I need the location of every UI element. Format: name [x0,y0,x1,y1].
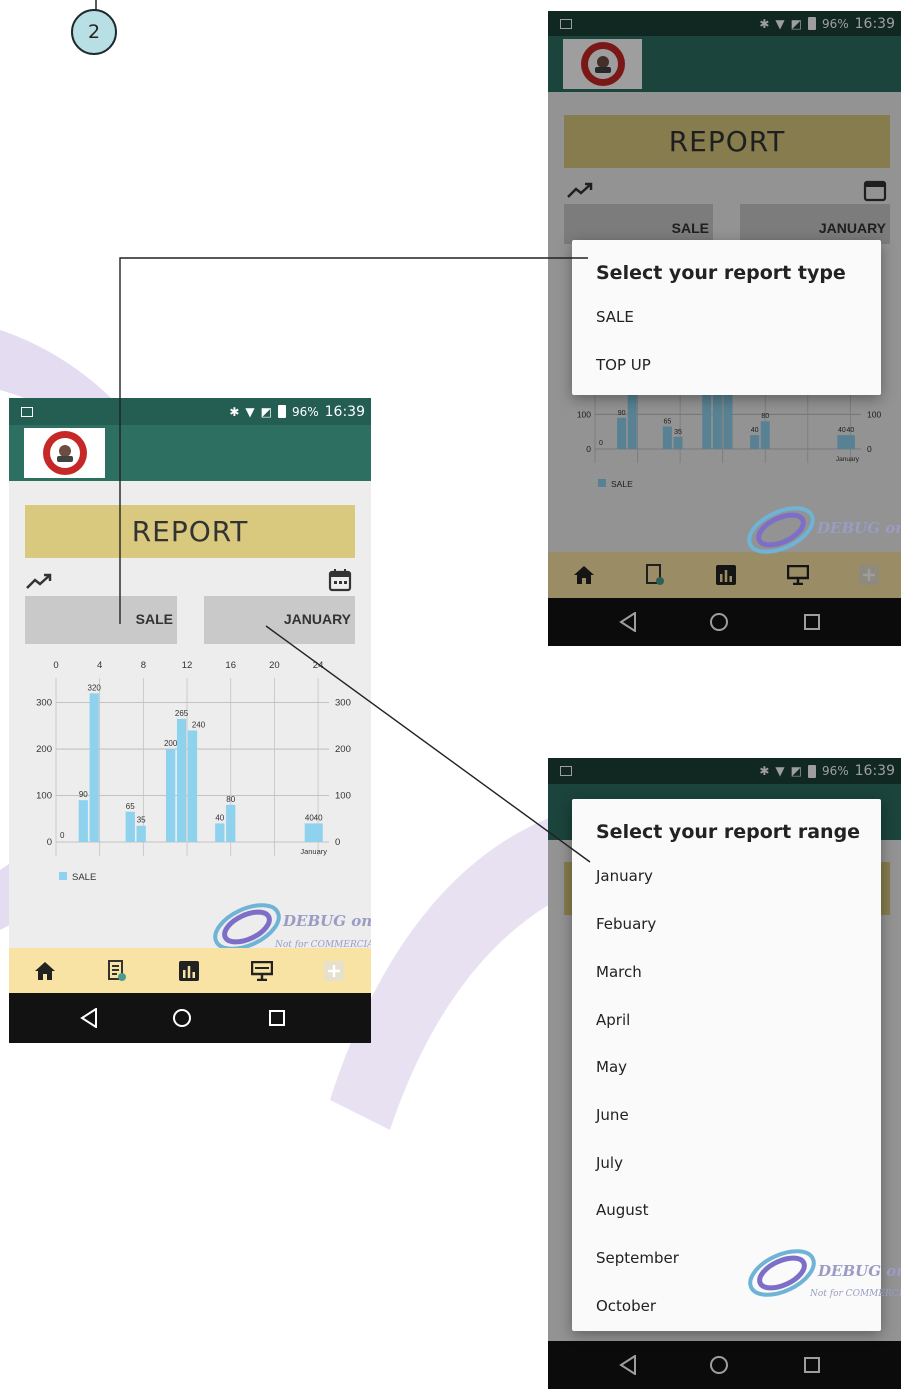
report-title: REPORT [25,505,355,558]
option-october[interactable]: October [596,1297,656,1315]
debug-logo-icon [213,903,281,951]
option-september[interactable]: September [596,1249,679,1267]
bar-data-label: 40 [314,813,323,822]
bar-data-label: 240 [192,720,206,729]
watermark-subtext: Not for COMMERCIAL [810,1289,901,1299]
gallery-notification-icon [21,406,33,417]
sales-chart: 0 0100 100200 200300 3000 4 8 12 16 20 24903206535… [36,660,351,883]
x-tick-label: 4 [97,660,102,671]
x-axis-month-label: January [300,847,327,856]
grand-coffee-boy-logo-icon [42,431,87,475]
add-icon[interactable] [324,960,344,981]
bar-data-label: 90 [79,790,88,799]
sale-bar [215,823,225,842]
y-tick-label-right: 200 [335,744,351,755]
y-tick-label-left: 100 [36,791,52,802]
report-list-icon[interactable] [107,959,127,982]
app-bar [9,425,371,481]
status-time: 16:39 [324,403,365,420]
debug-logo-icon [747,506,815,554]
x-tick-label: 24 [313,660,324,671]
debug-watermark: DEBUG only [743,501,901,561]
no-signal-icon: ◩ [260,404,272,419]
zero-bar-label: 0 [60,831,65,840]
report-range-button[interactable]: JANUARY [204,596,355,644]
report-range-dialog: Select your report range January Febuary… [572,799,901,1331]
sale-bar [176,718,187,842]
bar-data-label: 80 [226,795,235,804]
sale-bar [304,823,314,842]
sale-bar [78,800,88,842]
bottom-navigation [9,948,371,993]
range-dialog-phone-screen: ✱ ▼ ◩ 96% 16:39 Select your report range… [548,758,901,1389]
debug-logo-icon [748,1249,816,1297]
option-july[interactable]: July [596,1154,623,1172]
sale-bar [166,749,176,842]
system-navigation-bar [9,993,371,1043]
step-number: 2 [87,21,101,43]
option-march[interactable]: March [596,963,642,981]
calendar-icon[interactable] [328,568,352,592]
watermark-text: DEBUG only [283,912,371,930]
option-august[interactable]: August [596,1201,649,1219]
option-may[interactable]: May [596,1058,627,1076]
y-tick-label-right: 0 [335,837,340,848]
bar-data-label: 65 [126,802,135,811]
wifi-icon: ▼ [245,404,255,419]
y-tick-label-left: 300 [36,698,52,709]
option-june[interactable]: June [596,1106,629,1124]
app-logo[interactable] [24,428,105,478]
sale-bar [89,693,99,842]
y-tick-label-right: 100 [335,791,351,802]
x-tick-label: 16 [225,660,236,671]
battery-icon [277,405,286,418]
watermark-text: DEBUG only [818,1262,901,1280]
legend-swatch [59,872,67,880]
sale-bar [136,825,146,842]
dialog-title: Select your report range [596,821,861,843]
watermark-text: DEBUG only [817,519,901,537]
option-january[interactable]: January [596,867,653,885]
legend-label: SALE [72,872,96,883]
bar-chart-icon[interactable] [179,960,199,981]
y-tick-label-left: 200 [36,744,52,755]
sale-bar [187,730,198,842]
type-dialog-phone-screen: ✱ ▼ ◩ 96% 16:39 REPORT SALE JANUARY 0 0 10… [548,11,901,646]
bar-data-label: 200 [164,739,178,748]
debug-watermark: DEBUG only Not for COMMERCIAL [744,1244,901,1304]
option-sale[interactable]: SALE [596,308,634,326]
report-type-dialog: Select your report type SALE TOP UP [572,240,881,395]
bar-data-label: 265 [175,709,189,718]
sale-bar [313,823,323,842]
bar-data-label: 320 [88,683,102,692]
home-icon[interactable] [34,961,56,981]
battery-percent: 96% [291,404,319,419]
x-tick-label: 20 [269,660,280,671]
dialog-title: Select your report type [596,262,846,284]
step-badge: 2 [71,9,117,55]
x-tick-label: 8 [141,660,146,671]
monitor-icon[interactable] [251,960,273,981]
x-tick-label: 12 [182,660,193,671]
y-tick-label-left: 0 [47,837,52,848]
trend-icon [26,573,52,589]
recents-icon[interactable] [268,1009,286,1027]
option-febuary[interactable]: Febuary [596,915,656,933]
bar-data-label: 35 [137,816,146,825]
sale-bar [125,811,135,842]
bluetooth-icon: ✱ [229,404,240,419]
option-top-up[interactable]: TOP UP [596,356,651,374]
main-phone-screen: ✱ ▼ ◩ 96% 16:39 REPORT SALE JANUARY 0 0 10… [9,398,371,1043]
badge-line [95,0,97,10]
x-tick-label: 0 [53,660,58,671]
sale-bar [226,804,236,842]
bar-data-label: 40 [215,813,224,822]
report-type-button[interactable]: SALE [25,596,177,644]
back-icon[interactable] [80,1008,98,1028]
option-april[interactable]: April [596,1011,630,1029]
status-bar: ✱ ▼ ◩ 96% 16:39 [9,398,371,425]
y-tick-label-right: 300 [335,698,351,709]
home-circle-icon[interactable] [172,1008,192,1028]
